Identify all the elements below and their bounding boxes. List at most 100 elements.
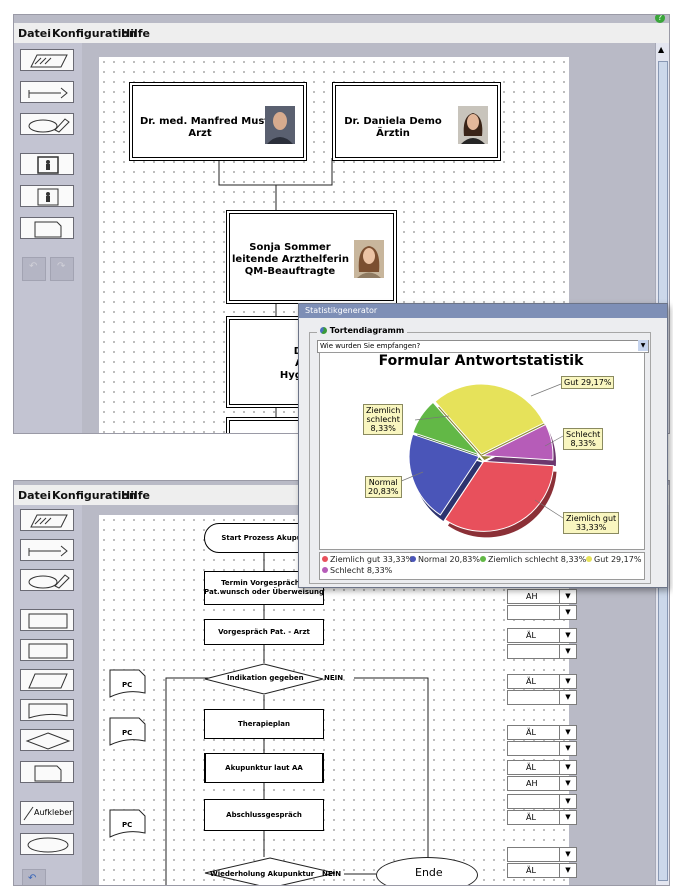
callout-schlecht: Schlecht 8,33% — [563, 428, 604, 450]
legend-label: Ziemlich gut 33,33% — [330, 555, 414, 564]
callout-text-2: schlecht — [366, 415, 400, 424]
role-select[interactable]: AH ▼ — [507, 589, 577, 604]
role-select[interactable]: ▼ — [507, 741, 577, 756]
legend-item: Schlecht 8,33% — [322, 566, 392, 575]
role-select[interactable]: ÄL ▼ — [507, 674, 577, 689]
role-value: ÄL — [526, 677, 536, 686]
callout-text: Ziemlich gut — [566, 514, 617, 523]
flow-end-label: Ende — [415, 866, 443, 879]
dropdown-arrow-icon[interactable]: ▼ — [559, 848, 576, 861]
legend-swatch-icon — [586, 556, 592, 562]
person-role: leitende Arzthelferin — [232, 254, 349, 265]
flow-decision-label-2: Wiederholung Akupunktur — [210, 870, 315, 878]
person-name: Dr. Daniela Demo — [344, 116, 442, 127]
role-value: ÄL — [526, 631, 536, 640]
dropdown-arrow-icon[interactable]: ▼ — [559, 864, 576, 877]
callout-ziemlich-gut: Ziemlich gut 33,33% — [563, 512, 620, 534]
role-value: ÄL — [526, 866, 536, 875]
role-select[interactable]: ▼ — [507, 847, 577, 862]
person-role-2: QM-Beauftragte — [244, 266, 336, 277]
role-select[interactable]: ÄL ▼ — [507, 725, 577, 740]
dropdown-arrow-icon[interactable]: ▼ — [559, 606, 576, 619]
role-select[interactable]: ▼ — [507, 794, 577, 809]
legend-item: Ziemlich gut 33,33% — [322, 555, 413, 564]
dropdown-arrow-icon[interactable]: ▼ — [559, 795, 576, 808]
dropdown-arrow-icon[interactable]: ▼ — [559, 742, 576, 755]
dropdown-arrow-icon[interactable]: ▼ — [559, 691, 576, 704]
role-value: AH — [526, 779, 538, 788]
callout-text-2: 8,33% — [570, 439, 596, 448]
flow-vorgespraech-label: Vorgespräch Pat. - Arzt — [218, 627, 310, 636]
callout-leader-line — [530, 383, 562, 397]
dropdown-arrow-icon[interactable]: ▼ — [559, 777, 576, 790]
role-select[interactable]: ÄL ▼ — [507, 863, 577, 878]
legend-label: Normal 20,83% — [418, 555, 480, 564]
legend-swatch-icon — [322, 567, 328, 573]
dropdown-arrow-icon[interactable]: ▼ — [559, 675, 576, 688]
flow-abschluss-label: Abschlussgespräch — [226, 810, 302, 819]
dropdown-arrow-icon[interactable]: ▼ — [559, 629, 576, 642]
callout-text: Schlecht — [566, 430, 601, 439]
person-card-sonja-sommer[interactable]: Sonja Sommer leitende Arzthelferin QM-Be… — [229, 213, 394, 301]
legend-item: Gut 29,17% — [586, 555, 641, 564]
role-value: AH — [526, 592, 538, 601]
callout-text: Gut 29,17% — [564, 378, 612, 387]
flow-no-label: NEIN — [324, 674, 344, 682]
flow-step-akupunktur[interactable]: Akupunktur laut AA — [204, 753, 324, 783]
pc-label: PC — [122, 729, 133, 737]
person-role: Ärztin — [376, 128, 410, 139]
person-role: Arzt — [188, 128, 212, 139]
callout-gut: Gut 29,17% — [561, 376, 615, 389]
role-select[interactable]: ÄL ▼ — [507, 760, 577, 775]
callout-ziemlich-schlecht: Ziemlich schlecht 8,33% — [363, 404, 404, 435]
person-card-daniela-demo[interactable]: Dr. Daniela Demo Ärztin — [335, 85, 498, 158]
dropdown-arrow-icon[interactable]: ▼ — [559, 645, 576, 658]
role-select[interactable]: ÄL ▼ — [507, 628, 577, 643]
dropdown-arrow-icon[interactable]: ▼ — [559, 590, 576, 603]
role-select[interactable]: AH ▼ — [507, 776, 577, 791]
role-value: ÄL — [526, 813, 536, 822]
legend-label: Ziemlich schlecht 8,33% — [488, 555, 587, 564]
legend-swatch-icon — [322, 556, 328, 562]
role-select[interactable]: ▼ — [507, 605, 577, 620]
flow-step-abschluss[interactable]: Abschlussgespräch — [204, 799, 324, 831]
statistik-dialog: Statistikgenerator Tortendiagramm Wie wu… — [298, 303, 668, 588]
flow-step-therapieplan[interactable]: Therapieplan — [204, 709, 324, 739]
legend-item: Normal 20,83% — [410, 555, 480, 564]
role-value: ÄL — [526, 728, 536, 737]
legend-label: Gut 29,17% — [594, 555, 642, 564]
flow-akupunktur-label: Akupunktur laut AA — [225, 763, 303, 772]
dropdown-arrow-icon[interactable]: ▼ — [559, 726, 576, 739]
flow-decision-label: Indikation gegeben — [227, 674, 304, 682]
flow-termin-label: Termin Vorgespräch a — [221, 579, 307, 587]
callout-normal: Normal 20,83% — [365, 476, 402, 498]
person-photo — [354, 240, 384, 278]
legend-item: Ziemlich schlecht 8,33% — [480, 555, 586, 564]
pc-label: PC — [122, 821, 133, 829]
legend-label: Schlecht 8,33% — [330, 566, 393, 575]
callout-text-2: 33,33% — [575, 523, 607, 532]
pie-chart — [398, 383, 564, 538]
person-name: Sonja Sommer — [249, 242, 331, 253]
role-select[interactable]: ▼ — [507, 644, 577, 659]
dropdown-arrow-icon[interactable]: ▼ — [559, 761, 576, 774]
callout-text-3: 8,33% — [370, 424, 396, 433]
person-photo — [265, 106, 295, 144]
person-photo — [458, 106, 488, 144]
callout-text-2: 20,83% — [368, 487, 399, 496]
callout-text: Normal — [368, 478, 398, 487]
pc-label: PC — [122, 681, 133, 689]
flow-no-label-2: NEIN — [322, 870, 342, 878]
role-value: ÄL — [526, 763, 536, 772]
legend-swatch-icon — [410, 556, 416, 562]
chart-legend: Ziemlich gut 33,33% Normal 20,83% Ziemli… — [319, 552, 645, 580]
dropdown-arrow-icon[interactable]: ▼ — [559, 811, 576, 824]
person-card-manfred-muster[interactable]: Dr. med. Manfred Muster Arzt — [132, 85, 304, 158]
flow-end-node[interactable]: Ende — [376, 857, 478, 885]
callout-text: Ziemlich — [366, 406, 401, 415]
role-select[interactable]: ÄL ▼ — [507, 810, 577, 825]
role-select[interactable]: ▼ — [507, 690, 577, 705]
legend-swatch-icon — [480, 556, 486, 562]
flow-step-vorgespraech[interactable]: Vorgespräch Pat. - Arzt — [204, 619, 324, 645]
flow-termin-label-2: Pat.wunsch oder Überweisung — [204, 588, 324, 596]
